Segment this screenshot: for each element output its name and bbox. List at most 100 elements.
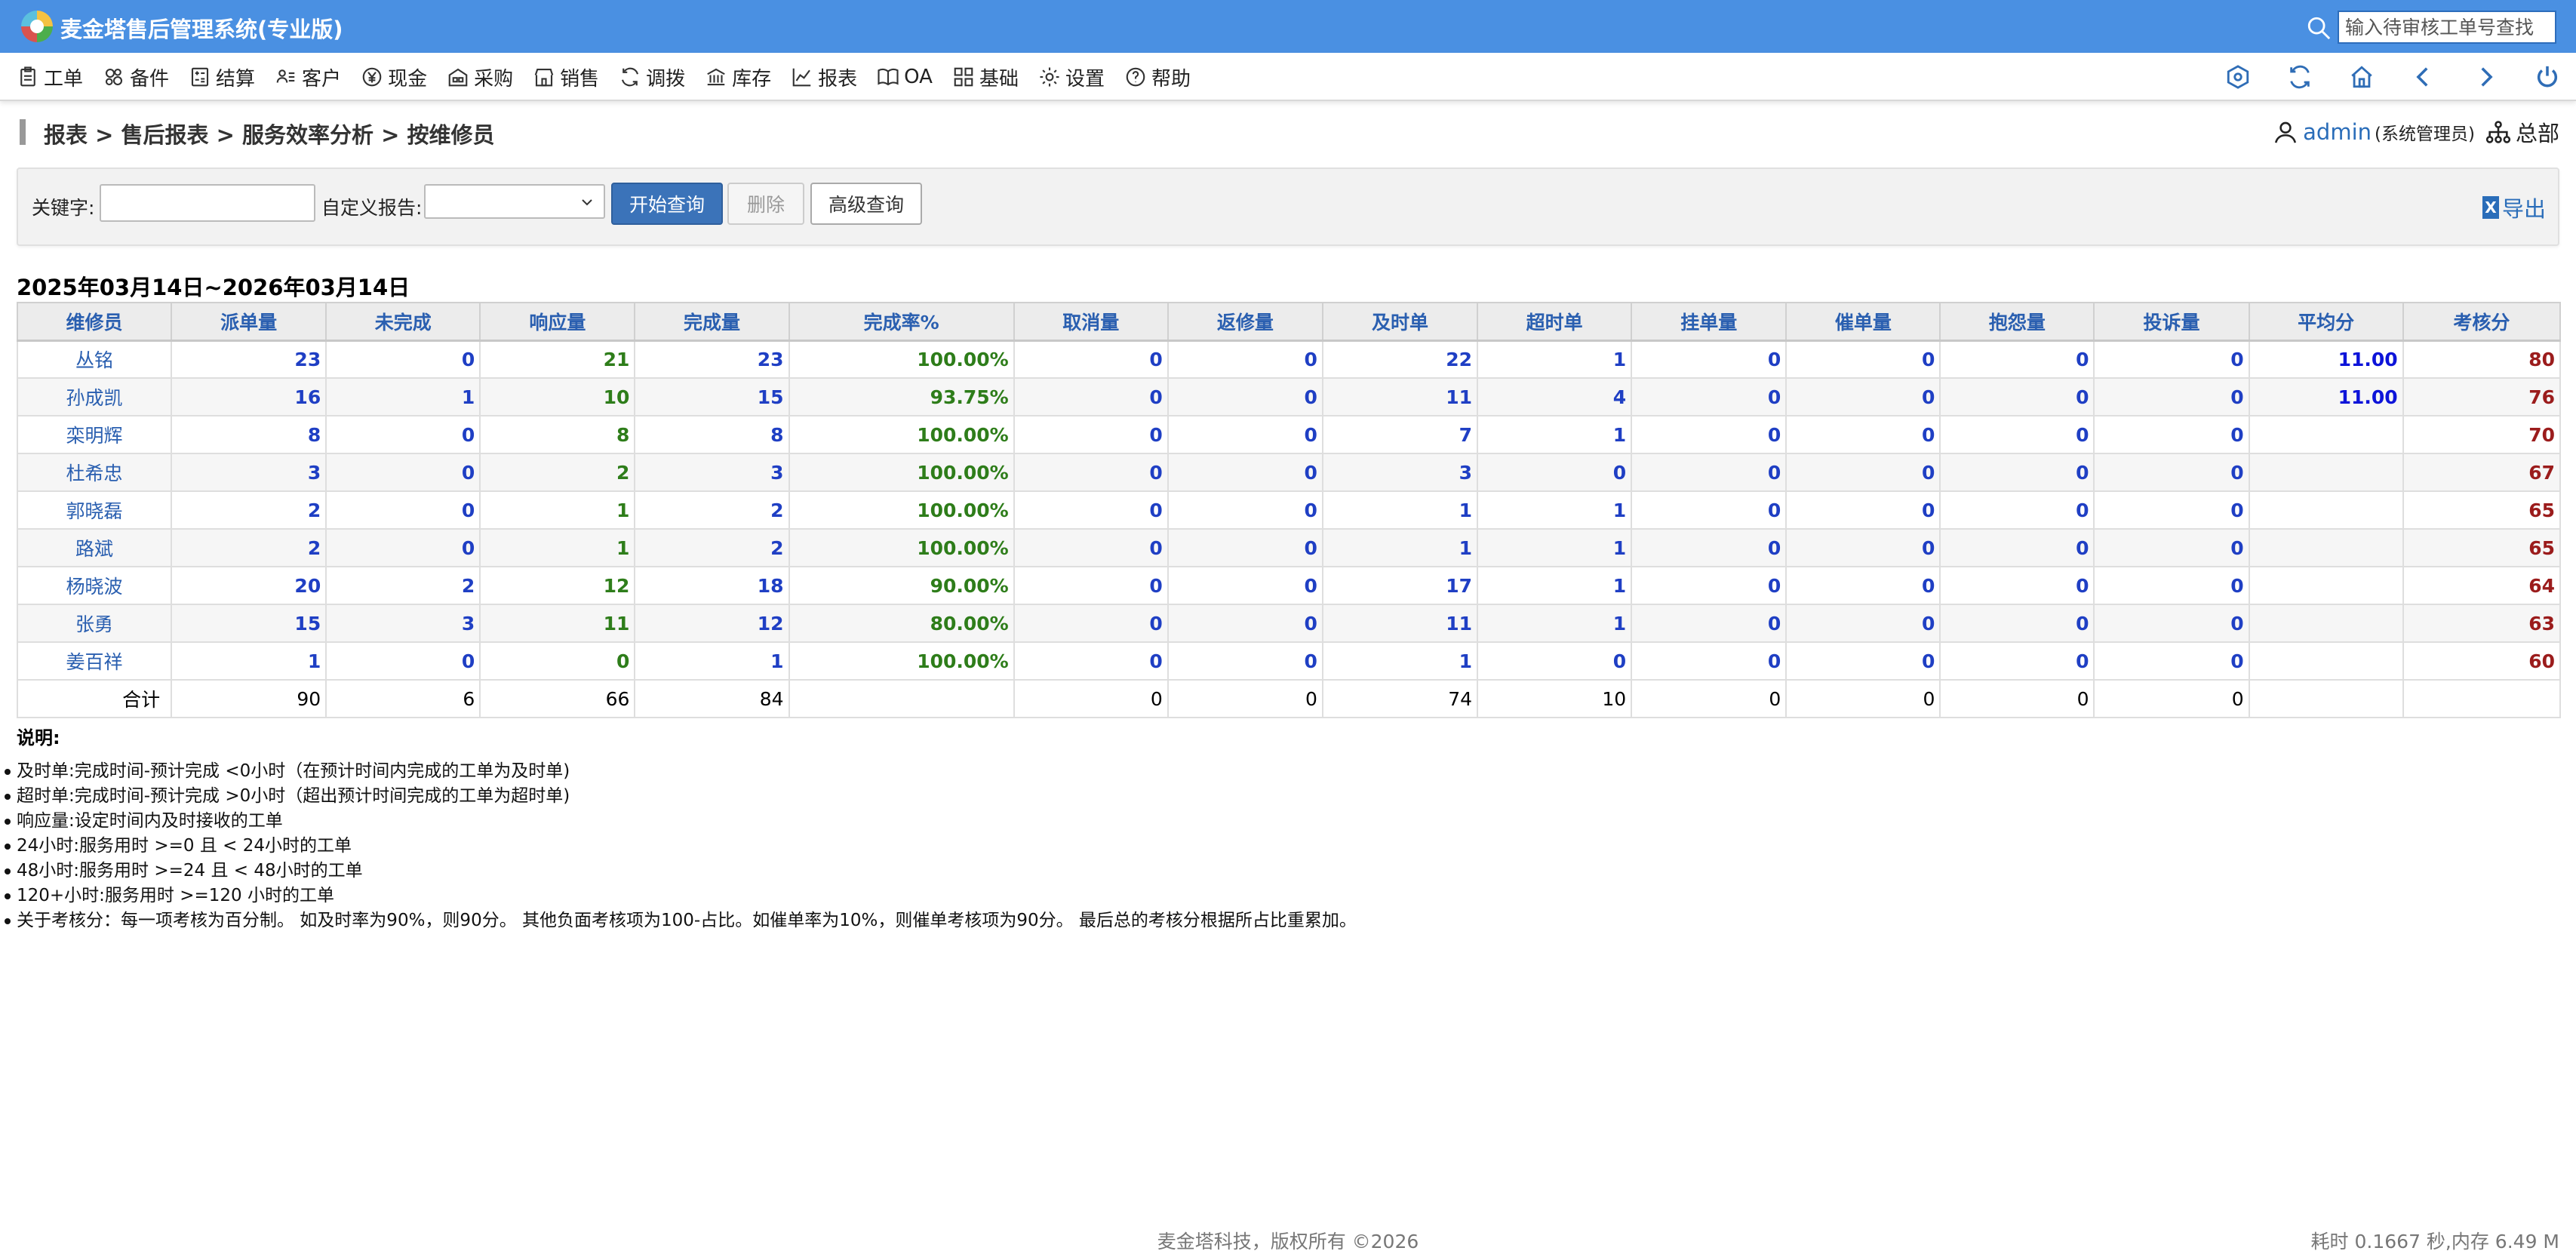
table-row: 杨晓波 20 2 12 18 90.00% 0 0 17 1 0 0 0 0 64 — [16, 566, 2562, 605]
table-cell: 64 — [2402, 566, 2562, 605]
technician-name-link[interactable]: 姜百祥 — [16, 641, 173, 681]
technician-name-link[interactable]: 栾明辉 — [16, 415, 173, 454]
user-name-link[interactable]: admin — [2303, 119, 2372, 145]
performance-info: 耗时 0.1667 秒,内存 6.49 M — [2310, 1231, 2559, 1252]
column-header[interactable]: 返修量 — [1167, 302, 1323, 342]
table-cell: 0 — [1785, 340, 1941, 379]
menu-item-13[interactable]: 设置 — [1038, 63, 1105, 91]
table-cell: 0 — [2093, 490, 2250, 530]
column-header[interactable]: 考核分 — [2402, 302, 2562, 342]
menu-item-5[interactable]: 现金 — [361, 63, 427, 91]
total-cell: 10 — [1477, 679, 1633, 718]
export-button[interactable]: X 导出 — [2482, 192, 2546, 223]
note-item: 超时单:完成时间-预计完成 >0小时（超出预计时间完成的工单为超时单) — [5, 784, 1357, 809]
table-cell: 2 — [634, 528, 790, 567]
excel-icon: X — [2482, 196, 2499, 219]
home-icon[interactable] — [2348, 63, 2375, 91]
column-header[interactable]: 未完成 — [325, 302, 481, 342]
column-header[interactable]: 响应量 — [479, 302, 636, 342]
column-header[interactable]: 取消量 — [1013, 302, 1169, 342]
technician-name-link[interactable]: 张勇 — [16, 604, 173, 643]
table-cell: 60 — [2402, 641, 2562, 681]
menu-item-1[interactable]: 工单 — [17, 63, 83, 91]
main-menu-bar: 工单 备件 结算 客户 现金 采购 销售 调拨 库存 报表 OA 基础 设置 帮助 — [0, 53, 2576, 101]
table-cell — [2248, 453, 2404, 492]
dashboard-icon[interactable] — [2224, 63, 2252, 91]
title-bar: 麦金塔售后管理系统(专业版) — [0, 0, 2576, 53]
table-cell: 1 — [634, 641, 790, 681]
menu-item-10[interactable]: 报表 — [791, 63, 857, 91]
total-cell: 0 — [1631, 679, 1788, 718]
column-header[interactable]: 超时单 — [1477, 302, 1633, 342]
column-header[interactable]: 平均分 — [2248, 302, 2404, 342]
column-header[interactable]: 催单量 — [1785, 302, 1941, 342]
table-cell: 0 — [2093, 340, 2250, 379]
menu-item-7[interactable]: 销售 — [533, 63, 599, 91]
table-cell — [2248, 528, 2404, 567]
column-header[interactable]: 完成率% — [788, 302, 1015, 342]
total-cell: 0 — [2093, 679, 2250, 718]
table-cell: 1 — [479, 490, 636, 530]
technician-name-link[interactable]: 郭晓磊 — [16, 490, 173, 530]
column-header[interactable]: 挂单量 — [1631, 302, 1788, 342]
table-cell: 0 — [1631, 415, 1788, 454]
column-header[interactable]: 及时单 — [1321, 302, 1479, 342]
keyword-input[interactable] — [100, 184, 315, 222]
table-cell: 0 — [1785, 528, 1941, 567]
technician-name-link[interactable]: 杜希忠 — [16, 453, 173, 492]
start-query-button[interactable]: 开始查询 — [611, 183, 723, 225]
table-row: 栾明辉 8 0 8 8 100.00% 0 0 7 1 0 0 0 0 70 — [16, 415, 2562, 454]
bank-icon — [707, 68, 725, 86]
refresh-icon[interactable] — [2286, 63, 2313, 91]
total-cell: 90 — [171, 679, 327, 718]
menu-item-6[interactable]: 采购 — [447, 63, 513, 91]
delete-button[interactable]: 删除 — [727, 183, 804, 225]
custom-report-select[interactable] — [424, 184, 605, 219]
logout-icon[interactable] — [2534, 63, 2561, 91]
table-cell: 0 — [325, 641, 481, 681]
menu-item-14[interactable]: 帮助 — [1124, 63, 1191, 91]
menu-item-11[interactable]: OA — [877, 66, 933, 88]
technician-name-link[interactable]: 杨晓波 — [16, 566, 173, 605]
menu-item-3[interactable]: 结算 — [189, 63, 255, 91]
column-header[interactable]: 维修员 — [16, 302, 173, 342]
table-cell: 0 — [325, 490, 481, 530]
customer-card-icon — [276, 69, 295, 83]
column-header[interactable]: 完成量 — [634, 302, 790, 342]
menu-item-8[interactable]: 调拨 — [619, 63, 685, 91]
technician-name-link[interactable]: 丛铭 — [16, 340, 173, 379]
technician-name-link[interactable]: 路斌 — [16, 528, 173, 567]
column-header[interactable]: 派单量 — [171, 302, 327, 342]
order-search-input[interactable] — [2338, 11, 2556, 44]
note-item: 及时单:完成时间-预计完成 <0小时（在预计时间内完成的工单为及时单) — [5, 759, 1357, 784]
forward-icon[interactable] — [2472, 63, 2499, 91]
table-cell: 0 — [1013, 490, 1169, 530]
menu-item-9[interactable]: 库存 — [705, 63, 771, 91]
table-cell: 0 — [1785, 453, 1941, 492]
menu-item-label: 销售 — [560, 67, 600, 91]
menu-item-2[interactable]: 备件 — [103, 63, 169, 91]
table-cell: 65 — [2402, 528, 2562, 567]
keyword-label: 关键字: — [32, 197, 95, 219]
back-icon[interactable] — [2410, 63, 2437, 91]
table-cell: 0 — [1013, 340, 1169, 379]
chevron-down-icon — [582, 199, 592, 206]
table-cell: 0 — [1013, 377, 1169, 416]
table-cell: 0 — [1477, 453, 1633, 492]
menu-item-12[interactable]: 基础 — [952, 63, 1019, 91]
table-cell: 0 — [1167, 604, 1323, 643]
advanced-query-button[interactable]: 高级查询 — [810, 183, 922, 225]
table-cell: 0 — [1631, 377, 1788, 416]
column-header[interactable]: 抱怨量 — [1939, 302, 2095, 342]
table-cell: 11.00 — [2248, 340, 2404, 379]
table-cell: 11 — [1321, 604, 1479, 643]
search-icon[interactable] — [2306, 15, 2332, 41]
table-cell: 0 — [1939, 377, 2095, 416]
column-header[interactable]: 投诉量 — [2093, 302, 2250, 342]
menu-item-4[interactable]: 客户 — [275, 63, 341, 91]
parts-icon — [105, 68, 123, 86]
org-switch[interactable]: 总部 — [2485, 116, 2559, 148]
technician-name-link[interactable]: 孙成凯 — [16, 377, 173, 416]
app-logo-icon — [21, 11, 53, 42]
table-cell: 18 — [634, 566, 790, 605]
